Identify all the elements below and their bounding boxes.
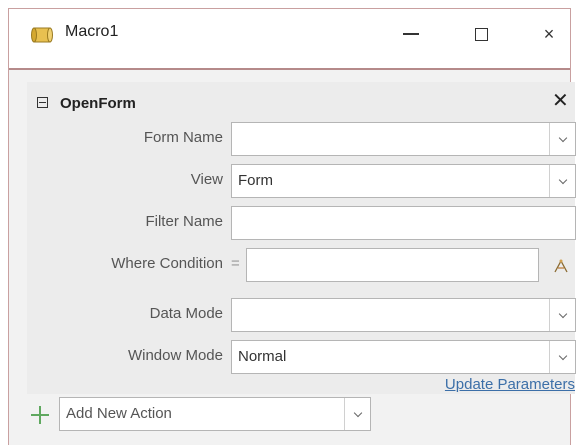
filter-name-field[interactable]: [231, 206, 576, 240]
chevron-down-icon[interactable]: [549, 165, 575, 197]
view-value: Form: [238, 172, 273, 189]
arg-label-filter-name: Filter Name: [145, 213, 223, 230]
maximize-icon: [474, 27, 488, 41]
macro-window: Macro1 × OpenForm ✕ Form Name View Form …: [8, 8, 576, 445]
macro-designer: OpenForm ✕ Form Name View Form Filter Na…: [9, 70, 576, 445]
arg-label-where-condition: Where Condition: [111, 255, 223, 272]
chevron-down-icon[interactable]: [549, 123, 575, 155]
macro-scroll-icon: [31, 27, 53, 43]
action-block-openform[interactable]: OpenForm ✕ Form Name View Form Filter Na…: [27, 82, 576, 394]
arg-label-view: View: [190, 171, 223, 188]
view-dropdown[interactable]: Form: [231, 164, 576, 198]
close-icon: ×: [543, 23, 555, 44]
chevron-down-icon[interactable]: [549, 299, 575, 331]
data-mode-dropdown[interactable]: [231, 298, 576, 332]
title-bar: Macro1 ×: [9, 9, 570, 59]
where-equals-prefix: =: [231, 255, 240, 272]
window-mode-dropdown[interactable]: Normal: [231, 340, 576, 374]
plus-icon: [31, 406, 49, 424]
maximize-button[interactable]: [461, 19, 501, 49]
where-condition-field[interactable]: [246, 248, 539, 282]
collapse-minus-icon[interactable]: [37, 97, 48, 108]
minimize-button[interactable]: [391, 19, 431, 49]
form-name-dropdown[interactable]: [231, 122, 576, 156]
arg-label-window-mode: Window Mode: [127, 347, 223, 364]
arg-label-data-mode: Data Mode: [149, 305, 223, 322]
update-parameters-link[interactable]: Update Parameters: [445, 376, 575, 393]
arg-label-form-name: Form Name: [143, 129, 223, 146]
window-title: Macro1: [65, 23, 119, 40]
close-button[interactable]: ×: [529, 19, 569, 49]
window-mode-value: Normal: [238, 348, 287, 365]
add-new-action-placeholder: Add New Action: [66, 405, 172, 422]
chevron-down-icon[interactable]: [549, 341, 575, 373]
add-new-action-combo[interactable]: Add New Action: [59, 397, 371, 431]
chevron-down-icon[interactable]: [344, 398, 370, 430]
action-name: OpenForm: [60, 95, 136, 112]
minimize-icon: [403, 33, 419, 35]
delete-x-icon[interactable]: ✕: [552, 91, 569, 111]
expression-builder-icon[interactable]: [553, 258, 569, 274]
